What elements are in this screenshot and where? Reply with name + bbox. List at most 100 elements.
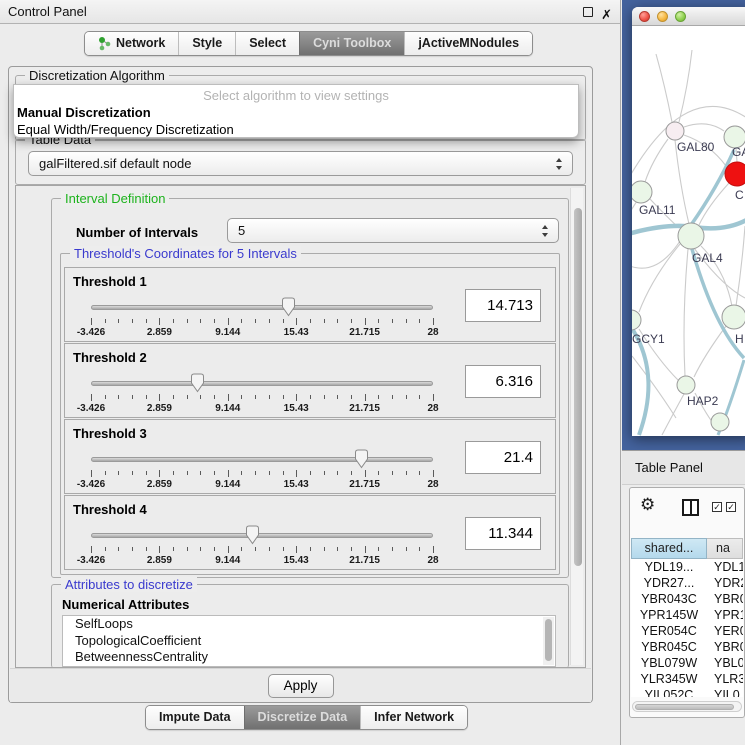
network-edge [691,150,734,225]
minimize-traffic-light-icon[interactable] [657,11,668,22]
slider-handle[interactable] [281,297,296,317]
network-node-HAP2[interactable] [677,376,695,394]
algorithm-dropdown-popup: Select algorithm to view settings Manual… [13,84,579,138]
network-edge [694,326,726,377]
cell-name: YPR1 [707,607,743,623]
slider-tick-labels: -3.4262.8599.14415.4321.71528 [91,327,433,338]
slider-handle[interactable] [354,449,369,469]
cell-name: YDL1 [707,559,743,575]
table-rows: YDL19...YDL1YDR27...YDR2YBR043CYBR0YPR14… [631,559,743,697]
tab-impute-data[interactable]: Impute Data [146,706,244,729]
threshold-value-input-4[interactable]: 11.344 [465,517,541,550]
gear-icon[interactable]: ⚙ [640,497,655,514]
combo-arrows-icon [556,158,563,170]
network-node-selected[interactable] [725,162,745,186]
slider-handle[interactable] [245,525,260,545]
tab-select[interactable]: Select [235,32,299,55]
attributes-group-label: Attributes to discretize [61,577,197,592]
cell-shared-name: YER054C [631,623,707,639]
table-data-group: Table Data galFiltered.sif default node [15,139,586,185]
table-row[interactable]: YLR345WYLR3 [631,671,743,687]
attribute-item[interactable]: TopologicalCoefficient [63,633,555,650]
network-edge [639,244,680,312]
column-header-name[interactable]: na [707,538,743,559]
threshold-value-input-3[interactable]: 21.4 [465,441,541,474]
right-region: GAL80GACGAL11GAL4GCY1HHAP2 Table Panel ⚙… [622,0,745,745]
table-row[interactable]: YBR045CYBR0 [631,639,743,655]
table-row[interactable]: YPR145WYPR1 [631,607,743,623]
tab-discretize-data[interactable]: Discretize Data [244,706,361,729]
table-panel-title: Table Panel [635,460,703,475]
tab-cyni-toolbox[interactable]: Cyni Toolbox [299,32,404,55]
tab-style[interactable]: Style [178,32,235,55]
slider-tick-labels: -3.4262.8599.14415.4321.71528 [91,403,433,414]
slider-track[interactable] [91,381,433,386]
table-data-combobox[interactable]: galFiltered.sif default node [28,151,573,176]
cell-shared-name: YBR045C [631,639,707,655]
threshold-label: Threshold 3 [73,426,147,441]
numerical-attributes-list[interactable]: SelfLoopsTopologicalCoefficientBetweenne… [62,615,556,667]
tab-infer-network[interactable]: Infer Network [360,706,467,729]
threshold-value-input-1[interactable]: 14.713 [465,289,541,322]
table-row[interactable]: YBR043CYBR0 [631,591,743,607]
close-icon[interactable]: ✗ [601,3,612,26]
threshold-slider-2[interactable]: -3.4262.8599.14415.4321.71528 [91,372,433,414]
checkbox-icon[interactable]: ✓ [726,502,736,512]
network-node-GCY1[interactable] [632,310,641,330]
table-hscrollbar-thumb[interactable] [635,704,734,710]
table-row[interactable]: YIL052CYIL0 [631,687,743,697]
threshold-box-4: Threshold 4-3.4262.8599.14415.4321.71528… [64,495,556,570]
threshold-slider-1[interactable]: -3.4262.8599.14415.4321.71528 [91,296,433,338]
apply-button[interactable]: Apply [268,674,334,698]
tab-network[interactable]: Network [85,32,178,55]
slider-ticks [91,318,433,326]
network-node-label: C [735,188,744,202]
columns-icon[interactable] [682,499,699,516]
bottom-tab-bar: Impute Data Discretize Data Infer Networ… [145,705,468,730]
numerical-attributes-label: Numerical Attributes [62,597,189,612]
threshold-value-input-2[interactable]: 6.316 [465,365,541,398]
tab-jactivemnodules[interactable]: jActiveMNodules [404,32,532,55]
threshold-slider-3[interactable]: -3.4262.8599.14415.4321.71528 [91,448,433,490]
spinner-arrows-icon [542,225,549,237]
network-node-H[interactable] [722,305,745,329]
control-panel: Control Panel ✗ Network Style Select Cyn… [0,0,621,745]
cell-name: YDR2 [707,575,743,591]
settings-scrollbar-thumb[interactable] [574,208,582,566]
threshold-slider-4[interactable]: -3.4262.8599.14415.4321.71528 [91,524,433,566]
algorithm-popup-hint: Select algorithm to view settings [14,88,578,103]
threshold-list: Threshold 1-3.4262.8599.14415.4321.71528… [61,267,559,571]
cell-name: YLR3 [707,671,743,687]
cell-shared-name: YIL052C [631,687,707,697]
top-tab-bar: Network Style Select Cyni Toolbox jActiv… [84,31,533,56]
slider-handle[interactable] [190,373,205,393]
slider-track[interactable] [91,457,433,462]
network-node-GAL11[interactable] [632,181,652,203]
attributes-scrollbar-thumb[interactable] [545,619,552,661]
zoom-traffic-light-icon[interactable] [675,11,686,22]
table-row[interactable]: YBL079WYBL0 [631,655,743,671]
table-row[interactable]: YDR27...YDR2 [631,575,743,591]
algorithm-option-equal-width[interactable]: Equal Width/Frequency Discretization [17,122,234,137]
network-node-partial[interactable] [711,413,729,431]
attribute-item[interactable]: SelfLoops [63,616,555,633]
table-horizontal-scrollbar[interactable] [632,701,742,712]
float-window-icon[interactable] [583,7,593,17]
table-toolbar: ⚙ ✓ ✓ [630,488,744,534]
network-edge [632,241,680,268]
checkbox-icon[interactable]: ✓ [712,502,722,512]
algorithm-option-manual[interactable]: Manual Discretization [17,105,151,120]
settings-scrollbar[interactable] [570,188,583,665]
close-traffic-light-icon[interactable] [639,11,650,22]
number-of-intervals-spinner[interactable]: 5 [227,218,559,243]
attribute-item[interactable]: BetweennessCentrality [63,649,555,666]
table-row[interactable]: YER054CYER0 [631,623,743,639]
column-header-shared-name[interactable]: shared... [631,538,707,559]
network-node-GAL4[interactable] [678,223,704,249]
network-node-GAL80[interactable] [666,122,684,140]
slider-track[interactable] [91,533,433,538]
attributes-scrollbar[interactable] [543,617,554,665]
table-row[interactable]: YDL19...YDL1 [631,559,743,575]
slider-track[interactable] [91,305,433,310]
network-canvas[interactable]: GAL80GACGAL11GAL4GCY1HHAP2 [632,26,745,436]
